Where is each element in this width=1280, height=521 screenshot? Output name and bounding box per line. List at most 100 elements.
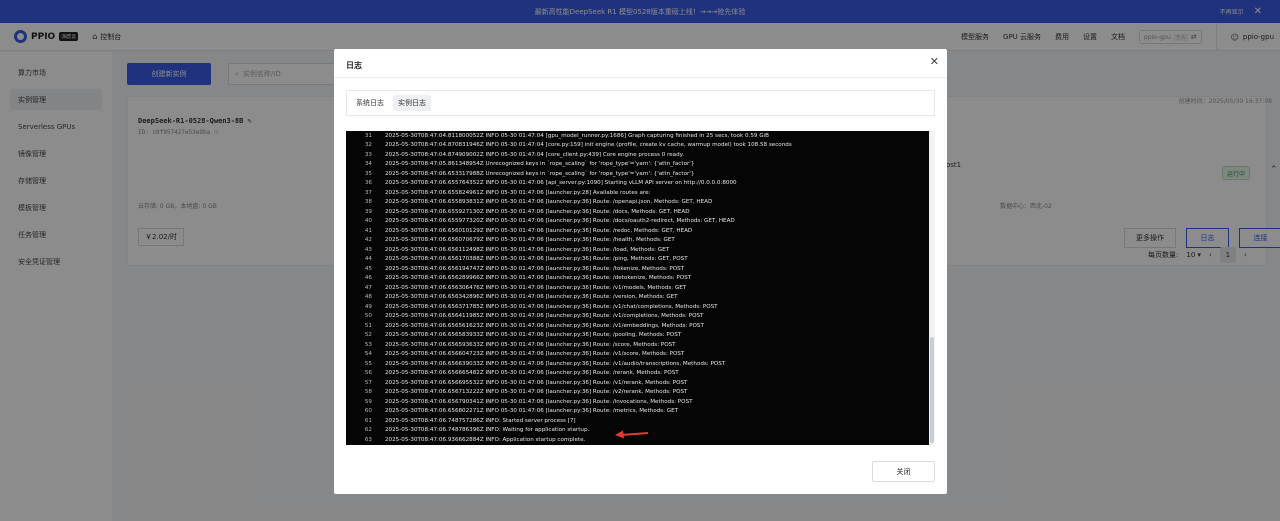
log-line-number: 33 xyxy=(364,151,372,158)
log-modal: 日志 ✕ 系统日志 实例日志 31 2025-05-30T08:47:04.811… xyxy=(334,49,947,494)
log-line-text: 2025-05-30T08:47:06.656070679Z INFO 05-3… xyxy=(385,237,675,244)
log-line: 63 2025-05-30T08:47:06.936662884Z INFO: A… xyxy=(346,435,585,445)
log-line: 36 2025-05-30T08:47:06.655764352Z INFO 05… xyxy=(346,179,737,189)
log-line-text: 2025-05-30T08:47:06.656561623Z INFO 05-3… xyxy=(385,322,704,329)
log-line: 34 2025-05-30T08:47:05.861348954Z Unrecog… xyxy=(346,160,695,170)
log-line-number: 51 xyxy=(364,322,372,329)
log-line: 62 2025-05-30T08:47:06.748786396Z INFO: W… xyxy=(346,426,589,436)
log-line-number: 52 xyxy=(364,332,372,339)
log-line-text: 2025-05-30T08:47:06.655824961Z INFO 05-3… xyxy=(385,189,651,196)
log-line-text: 2025-05-30T08:47:06.748786396Z INFO: Wai… xyxy=(385,427,590,434)
log-line-number: 34 xyxy=(364,161,372,168)
log-line-number: 45 xyxy=(364,265,372,272)
log-line-text: 2025-05-30T08:47:06.748757286Z INFO: Sta… xyxy=(385,417,576,424)
log-line-text: 2025-05-30T08:47:06.656010129Z INFO 05-3… xyxy=(385,227,693,234)
log-line-number: 47 xyxy=(364,284,372,291)
log-line-number: 40 xyxy=(364,218,372,225)
log-line: 43 2025-05-30T08:47:06.656112498Z INFO 05… xyxy=(346,245,669,255)
log-line-text: 2025-05-30T08:47:06.656112498Z INFO 05-3… xyxy=(385,246,670,253)
log-line: 41 2025-05-30T08:47:06.656010129Z INFO 05… xyxy=(346,226,692,236)
log-line-number: 55 xyxy=(364,360,372,367)
log-line-text: 2025-05-30T08:47:06.936662884Z INFO: App… xyxy=(385,436,586,443)
log-line-text: 2025-05-30T08:47:06.656802271Z INFO 05-3… xyxy=(385,408,679,415)
log-line: 45 2025-05-30T08:47:06.656194747Z INFO 05… xyxy=(346,264,684,274)
log-line: 40 2025-05-30T08:47:06.655977320Z INFO 05… xyxy=(346,217,735,227)
tab-instance-log[interactable]: 实例日志 xyxy=(393,95,431,111)
close-icon[interactable]: ✕ xyxy=(930,55,939,68)
modal-title: 日志 xyxy=(346,61,362,70)
log-line-text: 2025-05-30T08:47:04.874909002Z INFO 05-3… xyxy=(385,151,684,158)
log-line: 42 2025-05-30T08:47:06.656070679Z INFO 05… xyxy=(346,236,675,246)
log-line: 49 2025-05-30T08:47:06.656371785Z INFO 05… xyxy=(346,302,718,312)
log-line-number: 44 xyxy=(364,256,372,263)
log-line-number: 41 xyxy=(364,227,372,234)
log-line-text: 2025-05-30T08:47:04.811800052Z INFO 05-3… xyxy=(385,132,769,139)
log-line-text: 2025-05-30T08:47:06.656790341Z INFO 05-3… xyxy=(385,398,693,405)
log-line-number: 62 xyxy=(364,427,372,434)
log-line: 61 2025-05-30T08:47:06.748757286Z INFO: S… xyxy=(346,416,576,426)
log-line-text: 2025-05-30T08:47:06.656371785Z INFO 05-3… xyxy=(385,303,718,310)
log-line-number: 63 xyxy=(364,436,372,443)
log-line-number: 39 xyxy=(364,208,372,215)
log-line-number: 49 xyxy=(364,303,372,310)
log-line: 35 2025-05-30T08:47:06.653317988Z Unrecog… xyxy=(346,169,695,179)
log-line-number: 48 xyxy=(364,294,372,301)
log-line: 60 2025-05-30T08:47:06.656802271Z INFO 05… xyxy=(346,407,678,417)
log-line: 53 2025-05-30T08:47:06.656593633Z INFO 05… xyxy=(346,340,676,350)
log-line: 47 2025-05-30T08:47:06.656306476Z INFO 05… xyxy=(346,283,686,293)
log-line: 44 2025-05-30T08:47:06.656170388Z INFO 05… xyxy=(346,255,688,265)
log-line-number: 50 xyxy=(364,313,372,320)
log-line: 55 2025-05-30T08:47:06.656639033Z INFO 05… xyxy=(346,359,725,369)
log-viewer[interactable]: 31 2025-05-30T08:47:04.811800052Z INFO 05… xyxy=(346,131,929,445)
log-line-text: 2025-05-30T08:47:06.656194747Z INFO 05-3… xyxy=(385,265,685,272)
log-line: 32 2025-05-30T08:47:04.870831946Z INFO 05… xyxy=(346,141,792,151)
log-line: 48 2025-05-30T08:47:06.656342896Z INFO 05… xyxy=(346,293,678,303)
annotation-arrow-icon xyxy=(615,430,649,439)
close-button[interactable]: 关闭 xyxy=(872,461,935,482)
log-line-text: 2025-05-30T08:47:06.655977320Z INFO 05-3… xyxy=(385,218,735,225)
log-line-number: 46 xyxy=(364,275,372,282)
log-line: 51 2025-05-30T08:47:06.656561623Z INFO 05… xyxy=(346,321,704,331)
log-line-number: 36 xyxy=(364,180,372,187)
log-line: 39 2025-05-30T08:47:06.655927130Z INFO 05… xyxy=(346,207,690,217)
log-scrollbar[interactable] xyxy=(929,131,935,445)
log-line: 37 2025-05-30T08:47:06.655824961Z INFO 05… xyxy=(346,188,651,198)
log-line-number: 54 xyxy=(364,351,372,358)
log-line: 31 2025-05-30T08:47:04.811800052Z INFO 05… xyxy=(346,131,769,141)
log-line-text: 2025-05-30T08:47:06.656695532Z INFO 05-3… xyxy=(385,379,688,386)
log-line-number: 35 xyxy=(364,170,372,177)
tab-system-log[interactable]: 系统日志 xyxy=(351,95,389,111)
log-line-text: 2025-05-30T08:47:06.656583933Z INFO 05-3… xyxy=(385,332,682,339)
log-line-text: 2025-05-30T08:47:06.656604723Z INFO 05-3… xyxy=(385,351,685,358)
log-line: 54 2025-05-30T08:47:06.656604723Z INFO 05… xyxy=(346,350,684,360)
log-line-text: 2025-05-30T08:47:06.655893831Z INFO 05-3… xyxy=(385,199,713,206)
log-line-number: 58 xyxy=(364,389,372,396)
log-line-text: 2025-05-30T08:47:06.656170388Z INFO 05-3… xyxy=(385,256,688,263)
log-line: 52 2025-05-30T08:47:06.656583933Z INFO 05… xyxy=(346,331,681,341)
log-line-number: 53 xyxy=(364,341,372,348)
log-line-text: 2025-05-30T08:47:06.656411985Z INFO 05-3… xyxy=(385,313,704,320)
log-line-text: 2025-05-30T08:47:06.656306476Z INFO 05-3… xyxy=(385,284,687,291)
log-line-text: 2025-05-30T08:47:06.656713222Z INFO 05-3… xyxy=(385,389,688,396)
log-line-text: 2025-05-30T08:47:06.656665482Z INFO 05-3… xyxy=(385,370,679,377)
log-line-text: 2025-05-30T08:47:06.656342896Z INFO 05-3… xyxy=(385,294,678,301)
log-line-number: 42 xyxy=(364,237,372,244)
log-line-number: 56 xyxy=(364,370,372,377)
modal-divider xyxy=(334,77,947,78)
log-line-number: 59 xyxy=(364,398,372,405)
log-line-text: 2025-05-30T08:47:06.656639033Z INFO 05-3… xyxy=(385,360,726,367)
log-line: 56 2025-05-30T08:47:06.656665482Z INFO 05… xyxy=(346,369,679,379)
log-line-text: 2025-05-30T08:47:06.655927130Z INFO 05-3… xyxy=(385,208,690,215)
log-line-number: 37 xyxy=(364,189,372,196)
log-line-text: 2025-05-30T08:47:06.656289966Z INFO 05-3… xyxy=(385,275,692,282)
log-line-number: 31 xyxy=(364,132,372,139)
log-line: 58 2025-05-30T08:47:06.656713222Z INFO 05… xyxy=(346,388,688,398)
log-line: 46 2025-05-30T08:47:06.656289966Z INFO 05… xyxy=(346,274,691,284)
log-line-text: 2025-05-30T08:47:04.870831946Z INFO 05-3… xyxy=(385,142,792,149)
scrollbar-thumb[interactable] xyxy=(930,337,934,443)
log-line-number: 60 xyxy=(364,408,372,415)
log-line-number: 57 xyxy=(364,379,372,386)
log-line-number: 61 xyxy=(364,417,372,424)
log-line-number: 32 xyxy=(364,142,372,149)
log-line: 59 2025-05-30T08:47:06.656790341Z INFO 05… xyxy=(346,397,693,407)
